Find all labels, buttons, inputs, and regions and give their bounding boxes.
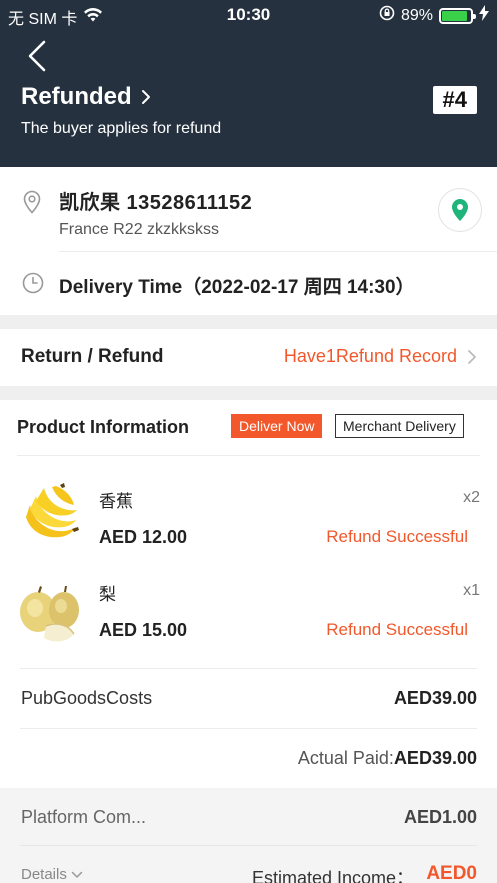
banana-image bbox=[26, 483, 79, 538]
divider bbox=[20, 668, 477, 669]
actual-paid-value: AED39.00 bbox=[393, 748, 477, 768]
refund-label: Return / Refund bbox=[21, 346, 164, 367]
page-title: Refunded bbox=[21, 83, 132, 110]
map-navigation-button[interactable] bbox=[438, 188, 482, 232]
product-name: 香蕉 bbox=[99, 492, 133, 511]
battery-icon bbox=[439, 7, 476, 24]
pear-image bbox=[20, 586, 79, 642]
refund-record-text: Have1Refund Record bbox=[283, 346, 457, 366]
order-number-badge: #4 bbox=[432, 86, 477, 114]
details-toggle[interactable]: Details bbox=[21, 866, 83, 883]
product-quantity: x2 bbox=[463, 489, 480, 506]
actual-paid: Actual Paid: AED39.00 bbox=[298, 748, 477, 769]
goods-costs-value: AED39.00 bbox=[393, 688, 477, 708]
merchant-delivery-button[interactable]: Merchant Delivery bbox=[335, 414, 464, 438]
goods-costs-label: PubGoodsCosts bbox=[21, 688, 153, 708]
estimated-income-value: AED0 bbox=[426, 863, 477, 883]
refund-record-link[interactable]: Have1Refund Record bbox=[284, 346, 477, 367]
map-pin-icon bbox=[452, 199, 468, 221]
status-title-link[interactable]: Refunded bbox=[21, 83, 152, 111]
divider bbox=[17, 455, 480, 456]
product-section-title: Product Information bbox=[17, 417, 189, 437]
actual-paid-label: Actual Paid: bbox=[297, 748, 394, 768]
page-subtitle: The buyer applies for refund bbox=[21, 120, 222, 137]
product-price: AED 12.00 bbox=[99, 527, 188, 547]
chevron-left-icon bbox=[28, 40, 46, 72]
charging-icon bbox=[479, 5, 489, 26]
delivery-time: Delivery Time（2022-02-17 周四 14:30） bbox=[59, 277, 415, 298]
battery-percent: 89% bbox=[400, 6, 433, 24]
details-label: Details bbox=[21, 866, 67, 883]
platform-commission-label: Platform Com... bbox=[21, 807, 147, 827]
back-button[interactable] bbox=[22, 38, 52, 74]
clock-icon bbox=[22, 272, 44, 299]
estimated-income-label: Estimated Income： bbox=[252, 868, 415, 883]
header: 无 SIM 卡 10:30 89% Refunded The buyer app… bbox=[0, 0, 497, 167]
product-name: 梨 bbox=[99, 585, 116, 604]
product-price: AED 15.00 bbox=[99, 620, 188, 640]
divider bbox=[20, 845, 477, 846]
status-right: 89% bbox=[379, 5, 489, 26]
recipient-name-phone: 凯欣果 13528611152 bbox=[59, 192, 253, 214]
deliver-now-button[interactable]: Deliver Now bbox=[231, 414, 323, 438]
list-item[interactable]: 梨 x1 AED 15.00 Refund Successful bbox=[0, 580, 497, 660]
divider bbox=[59, 251, 497, 252]
rotation-lock-icon bbox=[379, 5, 395, 26]
refund-status: Refund Successful bbox=[326, 527, 468, 546]
product-quantity: x1 bbox=[463, 582, 480, 599]
divider bbox=[20, 728, 477, 729]
chevron-right-icon bbox=[141, 90, 150, 104]
list-item[interactable]: 香蕉 x2 AED 12.00 Refund Successful bbox=[0, 483, 497, 567]
refund-status: Refund Successful bbox=[326, 620, 468, 639]
location-pin-icon bbox=[22, 190, 42, 219]
battery-fill bbox=[442, 10, 467, 21]
recipient-address: France R22 zkzkkskss bbox=[59, 221, 220, 238]
status-bar: 无 SIM 卡 10:30 89% bbox=[0, 0, 497, 30]
chevron-right-icon bbox=[468, 349, 476, 364]
chevron-down-icon bbox=[71, 871, 83, 878]
platform-commission-value: AED1.00 bbox=[403, 807, 477, 827]
